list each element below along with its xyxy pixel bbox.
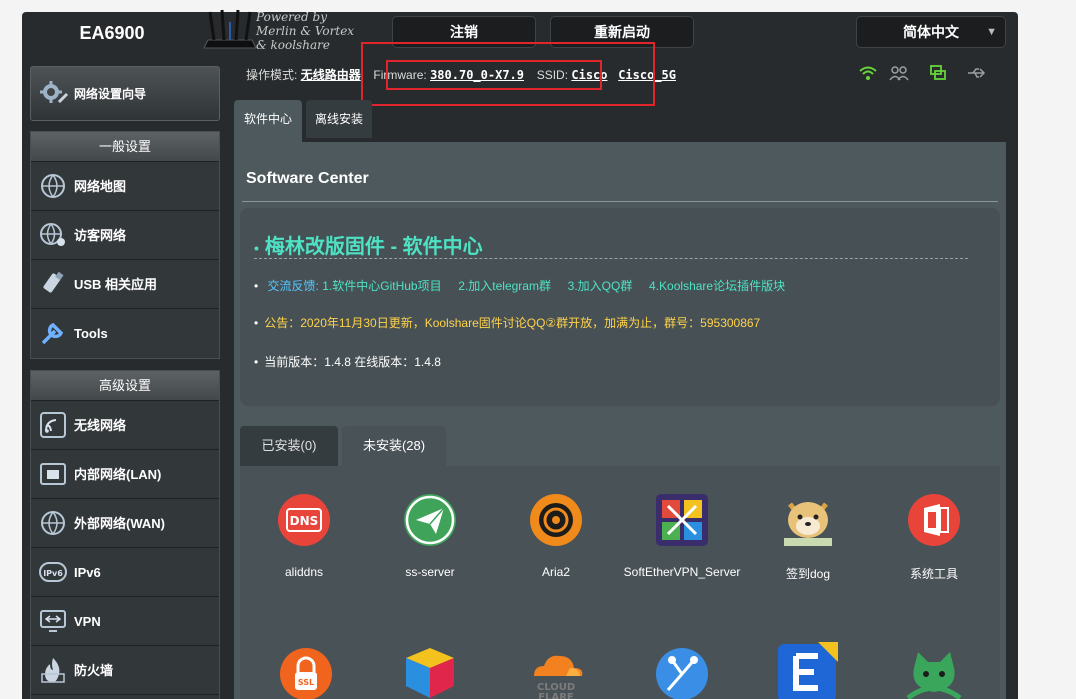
heading-divider bbox=[254, 258, 968, 259]
app-system-tools[interactable]: 系统工具 bbox=[874, 492, 994, 582]
green-cat-icon[interactable] bbox=[904, 648, 964, 699]
wizard-gear-icon bbox=[40, 81, 69, 104]
wifi-icon[interactable] bbox=[858, 64, 878, 82]
tab-offline-install[interactable]: 离线安装 bbox=[306, 100, 372, 138]
chevron-down-icon: ▼ bbox=[986, 26, 997, 38]
sidebar-item-ipv6[interactable]: IPv6 IPv6 bbox=[31, 548, 219, 597]
wan-globe-icon bbox=[41, 511, 65, 535]
network-cable-icon[interactable] bbox=[654, 646, 710, 699]
vpn-icon bbox=[40, 610, 66, 632]
general-settings-group: 一般设置 网络地图 访客网络 USB 相关应用 Tools bbox=[30, 131, 220, 359]
tab-software-center[interactable]: 软件中心 bbox=[234, 100, 302, 142]
sidebar-item-guest-network[interactable]: 访客网络 bbox=[31, 211, 219, 260]
lan-icon bbox=[40, 463, 66, 485]
wrench-icon bbox=[41, 322, 64, 345]
operation-mode-link[interactable]: 无线路由器 bbox=[301, 68, 361, 82]
app-checkin-dog[interactable]: 签到dog bbox=[748, 492, 868, 582]
firewall-icon bbox=[41, 658, 65, 683]
link-koolshare-forum[interactable]: 4.Koolshare论坛插件版块 bbox=[649, 279, 785, 293]
sidebar-item-firewall[interactable]: 防火墙 bbox=[31, 646, 219, 695]
doge-icon bbox=[784, 502, 832, 546]
wireless-icon bbox=[40, 412, 66, 438]
aria2-icon bbox=[530, 494, 582, 546]
title-divider bbox=[242, 201, 998, 202]
app-softethervpn-server[interactable]: SoftEtherVPN_Server bbox=[622, 492, 742, 579]
model-name: EA6900 bbox=[79, 23, 145, 43]
sidebar-item-vpn[interactable]: VPN bbox=[31, 597, 219, 646]
page-title: Software Center bbox=[246, 170, 369, 187]
software-center-heading: • 梅林改版固件 - 软件中心 bbox=[254, 236, 483, 258]
svg-text:IPv6: IPv6 bbox=[43, 569, 63, 578]
sidebar-item-wan[interactable]: 外部网络(WAN) bbox=[31, 499, 219, 548]
paper-plane-icon bbox=[404, 494, 456, 546]
advanced-settings-group: 高级设置 无线网络 内部网络(LAN) 外部网络(WAN) IPv6 IPv6 … bbox=[30, 370, 220, 699]
aliddns-icon: DNS bbox=[278, 494, 330, 546]
router-icon bbox=[203, 9, 257, 49]
internet-status-icon[interactable] bbox=[928, 64, 948, 82]
language-label: 简体中文 bbox=[903, 24, 959, 40]
sidebar-item-tools[interactable]: Tools bbox=[31, 309, 219, 358]
usb-stick-icon bbox=[43, 271, 64, 293]
svg-text:FLARE: FLARE bbox=[538, 692, 574, 699]
guest-globe-icon bbox=[40, 223, 65, 246]
notice-line: • 公告：2020年11月30日更新，Koolshare固件讨论QQ②群开放，加满… bbox=[254, 316, 761, 330]
link-qq[interactable]: 3.加入QQ群 bbox=[568, 279, 633, 293]
softether-icon bbox=[656, 494, 708, 546]
ipv6-icon: IPv6 bbox=[39, 562, 67, 582]
sidebar-item-lan[interactable]: 内部网络(LAN) bbox=[31, 450, 219, 499]
advanced-settings-title: 高级设置 bbox=[31, 371, 219, 401]
feedback-line: • 交流反馈: 1.软件中心GitHub项目 2.加入telegram群 3.加… bbox=[254, 279, 786, 293]
cloudflare-icon[interactable]: CLOUD FLARE bbox=[526, 646, 586, 699]
sidebar-item-network-map[interactable]: 网络地图 bbox=[31, 162, 219, 211]
svg-text:SSL: SSL bbox=[298, 678, 314, 687]
sidebar-item-wireless[interactable]: 无线网络 bbox=[31, 401, 219, 450]
ssl-lock-icon[interactable]: SSL bbox=[278, 646, 334, 699]
tab-installed[interactable]: 已安装(0) bbox=[240, 426, 338, 466]
highlight-box-inner bbox=[386, 60, 602, 90]
powered-by: Powered by Merlin & Vortex & koolshare bbox=[256, 10, 355, 52]
language-select[interactable]: 简体中文 ▼ bbox=[856, 16, 1006, 48]
wizard-label: 网络设置向导 bbox=[74, 87, 147, 101]
clients-icon[interactable] bbox=[888, 64, 910, 82]
globe-icon bbox=[41, 174, 65, 198]
tab-not-installed[interactable]: 未安装(28) bbox=[342, 426, 446, 466]
app-ss-server[interactable]: ss-server bbox=[370, 492, 490, 579]
version-line: • 当前版本：1.4.8 在线版本：1.4.8 bbox=[254, 355, 441, 369]
link-telegram[interactable]: 2.加入telegram群 bbox=[458, 279, 551, 293]
office-icon bbox=[908, 494, 960, 546]
sidebar-item-usb-apps[interactable]: USB 相关应用 bbox=[31, 260, 219, 309]
usb-icon[interactable] bbox=[966, 66, 988, 80]
network-setup-wizard-button[interactable]: 网络设置向导 bbox=[30, 66, 220, 121]
link-github[interactable]: 1.软件中心GitHub项目 bbox=[322, 279, 441, 293]
svg-text:DNS: DNS bbox=[290, 514, 319, 528]
e-app-icon[interactable] bbox=[778, 642, 838, 699]
app-aria2[interactable]: Aria2 bbox=[496, 492, 616, 579]
general-settings-title: 一般设置 bbox=[31, 132, 219, 162]
cube-app-icon[interactable] bbox=[402, 644, 458, 699]
app-aliddns[interactable]: DNS aliddns bbox=[244, 492, 364, 579]
